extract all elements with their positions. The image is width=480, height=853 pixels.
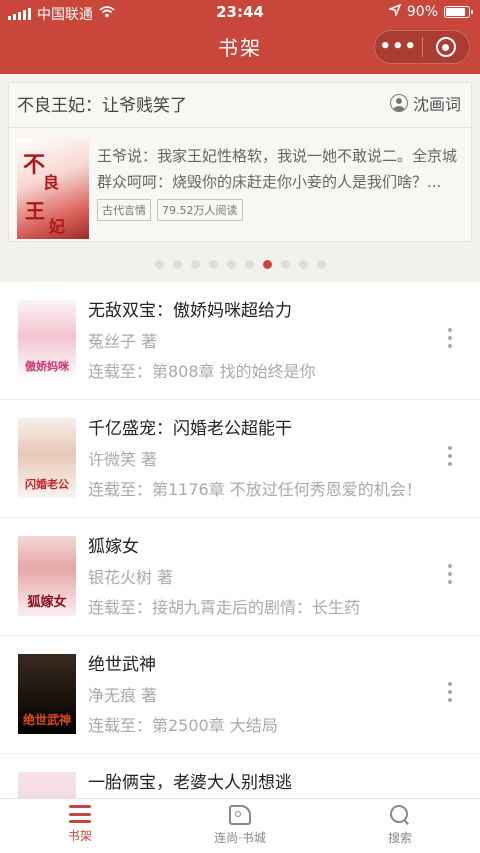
featured-section: 不良王妃：让爷贱笑了 沈画词 不 良 王 妃 王爷说：我家王妃性格软，我说一她不…: [0, 74, 480, 282]
tab-search[interactable]: 搜索: [320, 799, 480, 853]
bottom-tab-bar: 书架 连尚·书城 搜索: [0, 798, 480, 853]
featured-author: 沈画词: [389, 91, 461, 115]
carousel-dot[interactable]: [262, 260, 272, 269]
book-author: 银花火树 著: [88, 568, 174, 587]
book-item[interactable]: 狐嫁女 狐嫁女 银花火树 著 连载至：接胡九霄走后的剧情：长生药: [0, 518, 480, 636]
tab-label: 连尚·书城: [214, 831, 266, 845]
book-cover: 闪婚老公: [18, 418, 76, 498]
book-title: 绝世武神: [88, 655, 156, 675]
more-options-icon[interactable]: [448, 682, 452, 702]
bookshelf-list: 傲娇妈咪 无敌双宝：傲娇妈咪超给力 菟丝子 著 连载至：第808章 找的始终是你…: [0, 282, 480, 798]
search-icon: [390, 805, 410, 825]
author-icon: [389, 94, 408, 112]
more-options-icon[interactable]: [448, 446, 452, 466]
book-progress: 连载至：第2500章 大结局: [88, 716, 278, 735]
genre-tag: 古代言情: [97, 199, 151, 221]
more-button[interactable]: •••: [375, 30, 422, 64]
carousel-dot[interactable]: [154, 260, 164, 269]
book-cover: [18, 772, 76, 798]
mini-program-capsule: •••: [374, 30, 470, 64]
carousel-dot[interactable]: [226, 260, 236, 269]
carousel-dots: [0, 260, 480, 269]
book-title: 狐嫁女: [88, 537, 139, 557]
carousel-dot[interactable]: [172, 260, 182, 269]
carousel-dot[interactable]: [280, 260, 290, 269]
book-cover: 绝世武神: [18, 654, 76, 734]
tab-label: 书架: [67, 829, 92, 843]
book-progress: 连载至：第808章 找的始终是你: [88, 362, 316, 381]
featured-author-name: 沈画词: [412, 95, 461, 114]
app-header: 中国联通 23:44 90% 书架 •••: [0, 0, 480, 74]
carousel-dot[interactable]: [190, 260, 200, 269]
tab-bookshelf[interactable]: 书架: [0, 799, 160, 853]
target-icon: [435, 37, 456, 57]
bookstore-icon: [229, 805, 251, 825]
close-button[interactable]: [423, 37, 470, 57]
status-bar: 中国联通 23:44 90%: [0, 0, 480, 24]
book-author: 许微笑 著: [88, 450, 158, 469]
carousel-dot[interactable]: [316, 260, 326, 269]
book-author: 菟丝子 著: [88, 332, 158, 351]
battery-icon: [444, 6, 473, 18]
battery-fill: [446, 8, 465, 16]
location-icon: [387, 3, 402, 20]
carousel-dot[interactable]: [298, 260, 308, 269]
tab-label: 搜索: [387, 831, 412, 845]
carousel-dot[interactable]: [244, 260, 254, 269]
carousel-dot[interactable]: [208, 260, 218, 269]
battery-percent: 90%: [406, 4, 438, 20]
featured-tags: 古代言情 79.52万人阅读: [97, 199, 243, 221]
book-item[interactable]: 一胎俩宝，老婆大人别想逃: [0, 754, 480, 798]
more-options-icon[interactable]: [448, 564, 452, 584]
featured-divider: [9, 127, 471, 128]
featured-description: 王爷说：我家王妃性格软，我说一她不敢说二。全京城群众呵呵：烧毁你的床赶走你小妾的…: [97, 147, 458, 191]
book-title: 一胎俩宝，老婆大人别想逃: [88, 773, 292, 793]
book-cover: 傲娇妈咪: [18, 300, 76, 380]
book-author: 净无痕 著: [88, 686, 158, 705]
book-cover: 狐嫁女: [18, 536, 76, 616]
book-title: 千亿盛宠：闪婚老公超能干: [88, 419, 292, 439]
featured-card[interactable]: 不良王妃：让爷贱笑了 沈画词 不 良 王 妃 王爷说：我家王妃性格软，我说一她不…: [8, 82, 472, 242]
book-item[interactable]: 绝世武神 绝世武神 净无痕 著 连载至：第2500章 大结局: [0, 636, 480, 754]
book-progress: 连载至：接胡九霄走后的剧情：长生药: [88, 598, 361, 617]
book-progress: 连载至：第1176章 不放过任何秀恩爱的机会！: [88, 480, 422, 499]
featured-cover: 不 良 王 妃: [17, 139, 89, 239]
book-item[interactable]: 傲娇妈咪 无敌双宝：傲娇妈咪超给力 菟丝子 著 连载至：第808章 找的始终是你: [0, 282, 480, 400]
featured-title: 不良王妃：让爷贱笑了: [17, 96, 187, 116]
book-item[interactable]: 闪婚老公 千亿盛宠：闪婚老公超能干 许微笑 著 连载至：第1176章 不放过任何…: [0, 400, 480, 518]
readers-tag: 79.52万人阅读: [157, 199, 243, 221]
book-title: 无敌双宝：傲娇妈咪超给力: [88, 301, 292, 321]
bookshelf-icon: [69, 805, 91, 823]
more-options-icon[interactable]: [448, 328, 452, 348]
tab-bookstore[interactable]: 连尚·书城: [160, 799, 320, 853]
